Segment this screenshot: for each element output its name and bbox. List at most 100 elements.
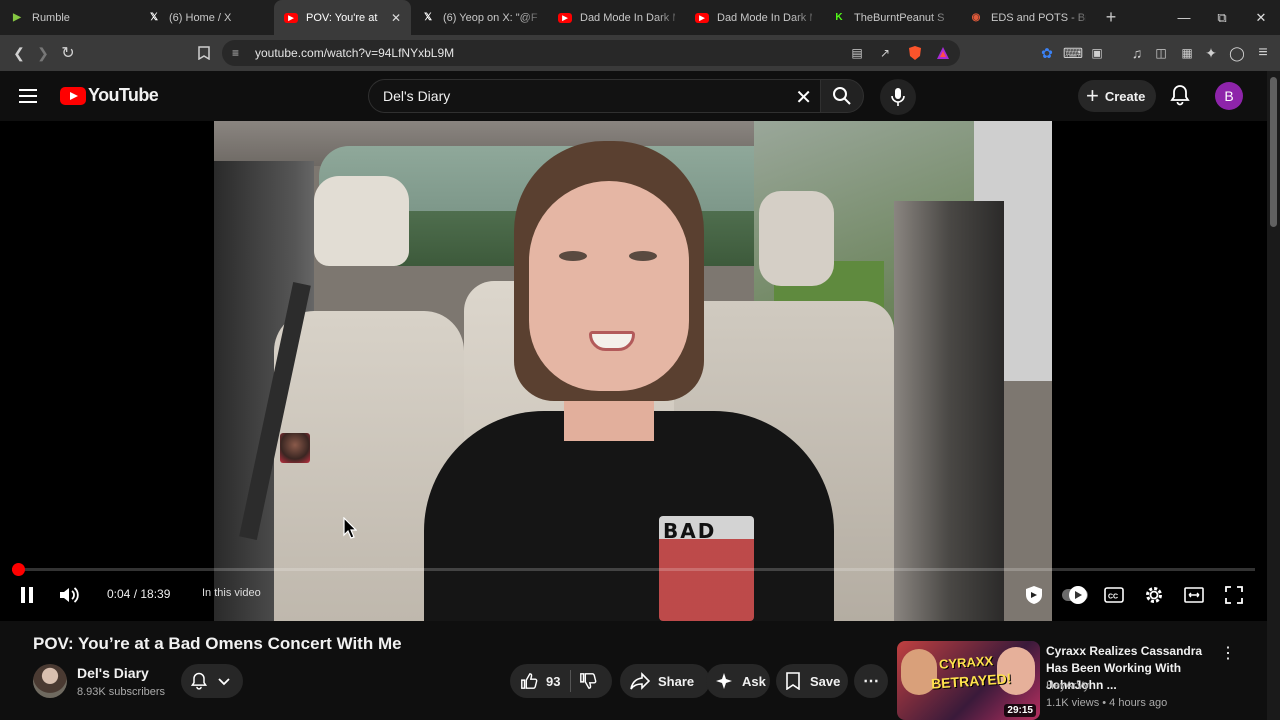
settings-button[interactable]	[1143, 583, 1165, 607]
recommended-channel[interactable]: HeyArVy	[1046, 680, 1089, 692]
browser-tab[interactable]: ▶ POV: You're at ✕	[274, 0, 411, 35]
browser-tab[interactable]: 𝕏 (6) Yeop on X: "@For	[411, 0, 548, 35]
site-settings-icon[interactable]: ≡	[232, 46, 246, 60]
notifications-button[interactable]	[1168, 83, 1194, 109]
mute-button[interactable]	[58, 583, 82, 607]
gear-icon	[1146, 587, 1162, 603]
browser-tab-strip: ▶ Rumble 𝕏 (6) Home / X ▶ POV: You're at ✕ 𝕏 (6)…	[0, 0, 1280, 35]
mouse-cursor-icon	[343, 517, 357, 539]
new-tab-button[interactable]: +	[1096, 0, 1126, 35]
video-duration-badge: 29:15	[1004, 704, 1036, 717]
menu-icon[interactable]	[19, 86, 41, 106]
page-scrollbar[interactable]	[1267, 71, 1280, 720]
scrollbar-thumb[interactable]	[1270, 77, 1277, 227]
tab-title: POV: You're at	[306, 11, 378, 24]
browser-menu-icon[interactable]: ≡	[1250, 40, 1276, 66]
bell-icon	[1170, 85, 1190, 106]
video-frame[interactable]: BAD	[214, 121, 1052, 621]
like-divider	[570, 670, 572, 692]
fullscreen-button[interactable]	[1223, 583, 1245, 607]
save-button[interactable]: Save	[776, 664, 848, 698]
screenshot-icon[interactable]: ▣	[1084, 40, 1110, 66]
search-query: Del's Diary	[383, 88, 451, 104]
window-close-icon[interactable]: ✕	[1242, 0, 1280, 35]
pause-icon	[21, 587, 33, 603]
sponsorblock-button[interactable]	[1023, 583, 1045, 607]
progress-bar[interactable]	[12, 563, 1255, 576]
x-icon: 𝕏	[149, 12, 159, 23]
captions-button[interactable]: CC	[1103, 583, 1125, 607]
browser-toolbar: ❮ ❯ ↻ ≡ youtube.com/watch?v=94LfNYxbL9M …	[0, 35, 1280, 71]
youtube-icon: ▶	[284, 12, 298, 23]
minimize-icon[interactable]: —	[1165, 0, 1203, 35]
voice-search-button[interactable]	[880, 79, 916, 115]
tab-close-icon[interactable]: ✕	[391, 11, 401, 25]
more-actions-button[interactable]: ⋯	[854, 664, 888, 698]
subscriber-count: 8.93K subscribers	[77, 686, 166, 698]
vpn-icon[interactable]: ◯	[1224, 40, 1250, 66]
wallet-icon[interactable]: ▦	[1174, 40, 1200, 66]
cast-icon[interactable]: ▤	[844, 40, 870, 66]
shirt-print-text: BAD	[663, 519, 717, 543]
bookmark-icon[interactable]	[191, 40, 217, 66]
browser-tab[interactable]: 𝕏 (6) Home / X	[137, 0, 274, 35]
youtube-logo[interactable]: YouTube	[60, 85, 159, 106]
brave-search-icon: ◉	[971, 12, 981, 23]
recommended-meta: 1.1K views • 4 hours ago	[1046, 697, 1168, 709]
theater-icon	[1184, 587, 1204, 603]
share-button[interactable]: Share	[620, 664, 710, 698]
video-player[interactable]: BAD 0:04 / 18:39 In this video CC	[0, 121, 1267, 621]
restore-icon[interactable]: ⧉	[1203, 0, 1241, 35]
search-icon	[833, 87, 851, 105]
scrubber-handle[interactable]	[12, 563, 25, 576]
create-button[interactable]: + Create	[1078, 80, 1156, 112]
theater-mode-button[interactable]	[1183, 583, 1205, 607]
account-avatar[interactable]: B	[1215, 82, 1243, 110]
kick-icon: K	[835, 12, 843, 23]
time-display: 0:04 / 18:39	[107, 587, 171, 601]
like-dislike-group: 93	[510, 664, 612, 698]
forward-icon[interactable]: ❯	[30, 40, 56, 66]
browser-tab[interactable]: K TheBurntPeanut S	[822, 0, 959, 35]
browser-tab[interactable]: ▶ Dad Mode In Dark M	[685, 0, 822, 35]
pause-button[interactable]	[16, 583, 38, 607]
share-page-icon[interactable]: ↗	[872, 40, 898, 66]
autoplay-toggle[interactable]	[1062, 586, 1088, 604]
browser-tab[interactable]: ▶ Rumble	[0, 0, 137, 35]
bell-icon	[190, 672, 208, 690]
extensions-icon[interactable]: ⌨	[1060, 40, 1086, 66]
subscription-notifications-button[interactable]	[181, 664, 243, 698]
search-button[interactable]	[820, 79, 864, 113]
leo-ai-icon[interactable]: ✦	[1198, 40, 1224, 66]
more-vertical-icon[interactable]: ⋮	[1220, 643, 1236, 662]
browser-tab[interactable]: ◉EDS and POTS - Brav	[959, 0, 1096, 35]
reload-icon[interactable]: ↻	[55, 40, 81, 66]
thumbs-up-icon	[521, 673, 538, 689]
sidebar-icon[interactable]: ◫	[1148, 40, 1174, 66]
seat-sticker	[280, 433, 310, 463]
like-button[interactable]: 93	[510, 672, 560, 690]
shield-icon	[1026, 586, 1042, 604]
volume-icon	[60, 587, 79, 603]
extension-blue-icon[interactable]: ✿	[1034, 40, 1060, 66]
chapter-label[interactable]: In this video	[202, 587, 261, 599]
ask-button[interactable]: Ask	[706, 664, 770, 698]
search-input[interactable]: Del's Diary ✕	[368, 79, 820, 113]
brave-shields-icon[interactable]	[902, 40, 928, 66]
channel-name[interactable]: Del's Diary	[77, 665, 149, 681]
brave-rewards-icon[interactable]	[930, 40, 956, 66]
bookmark-icon	[786, 672, 800, 690]
recommended-thumbnail[interactable]: CYRAXX BETRAYED! 29:15	[897, 641, 1040, 720]
youtube-header: YouTube Del's Diary ✕ + Create	[0, 71, 1280, 121]
like-count: 93	[546, 673, 561, 689]
media-icon[interactable]: ♫	[1124, 40, 1150, 66]
clear-search-icon[interactable]: ✕	[795, 85, 812, 110]
thumbnail-text-line-1: CYRAXX	[938, 653, 994, 672]
dislike-button[interactable]	[579, 672, 597, 690]
back-icon[interactable]: ❮	[6, 40, 32, 66]
browser-tab[interactable]: ▶ Dad Mode In Dark M	[548, 0, 685, 35]
fullscreen-icon	[1225, 586, 1243, 604]
ask-label: Ask	[742, 673, 766, 689]
chevron-down-icon	[218, 678, 230, 686]
channel-avatar[interactable]	[33, 664, 67, 698]
